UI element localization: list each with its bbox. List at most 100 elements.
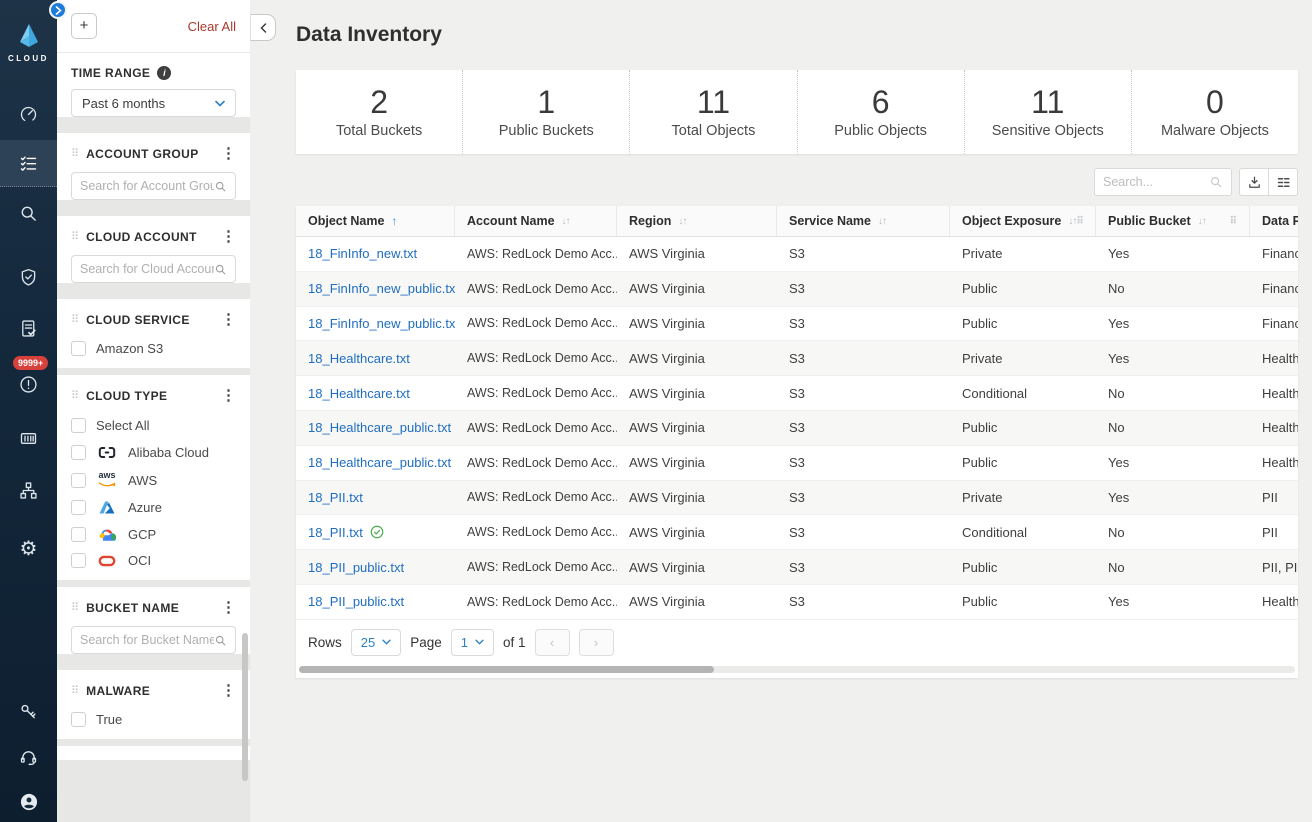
nav-alerts[interactable] <box>0 374 57 395</box>
kebab-menu-icon[interactable]: ⋮ <box>221 229 236 244</box>
sort-icon: ↓↑ <box>678 216 686 227</box>
public-bucket-cell: Yes <box>1096 594 1250 609</box>
horizontal-scrollbar-thumb[interactable] <box>299 666 714 673</box>
add-filter-button[interactable]: + <box>71 13 97 39</box>
filter-panel: + Clear All TIME RANGE i Past 6 months ⠿… <box>57 0 250 822</box>
region-cell: AWS Virginia <box>617 594 777 609</box>
object-name-link[interactable]: 18_PII.txt <box>308 490 363 505</box>
column-label: Region <box>629 214 671 228</box>
malware-true-checkbox[interactable] <box>71 712 86 727</box>
nav-network[interactable] <box>0 480 57 501</box>
column-header[interactable]: Object Name ↑ <box>296 206 455 236</box>
nav-settings[interactable]: ⚙ <box>0 539 57 559</box>
filter-section-bucket-name: ⠿ BUCKET NAME ⋮ <box>57 587 250 654</box>
column-drag-handle-icon[interactable]: ⠿ <box>1230 216 1237 227</box>
table-actions <box>1239 168 1298 196</box>
kebab-menu-icon[interactable]: ⋮ <box>221 683 236 698</box>
kebab-menu-icon[interactable]: ⋮ <box>221 388 236 403</box>
object-name-link[interactable]: 18_FinInfo_new_public.txt <box>308 281 455 296</box>
oci-checkbox[interactable] <box>71 553 86 568</box>
bucket-name-search <box>71 626 236 654</box>
kebab-menu-icon[interactable]: ⋮ <box>221 146 236 161</box>
account-name-cell: AWS: RedLock Demo Acc... <box>455 490 617 504</box>
object-name-link[interactable]: 18_FinInfo_new.txt <box>308 246 417 261</box>
chevron-down-icon <box>215 100 225 107</box>
filter-collapse-button[interactable] <box>250 14 276 41</box>
column-header[interactable]: Public Bucket ↓↑ ⠿ <box>1096 206 1250 236</box>
aws-checkbox[interactable] <box>71 473 86 488</box>
amazon-s3-checkbox[interactable] <box>71 341 86 356</box>
nav-search[interactable] <box>0 203 57 224</box>
kebab-menu-icon[interactable]: ⋮ <box>221 600 236 615</box>
object-name-link[interactable]: 18_PII_public.txt <box>308 560 404 575</box>
clear-all-button[interactable]: Clear All <box>188 19 236 34</box>
nav-support[interactable] <box>0 747 57 768</box>
search-icon <box>214 180 227 193</box>
alerts-count-badge[interactable]: 9999+ <box>13 356 48 370</box>
rows-per-page-select[interactable]: 25 <box>351 629 401 656</box>
next-page-button[interactable]: › <box>579 629 614 656</box>
public-bucket-cell: Yes <box>1096 351 1250 366</box>
column-header[interactable]: Service Name ↓↑ <box>777 206 950 236</box>
nav-compliance[interactable] <box>0 267 57 288</box>
stat-label: Total Buckets <box>336 123 422 139</box>
filter-panel-scrollbar[interactable] <box>242 633 248 781</box>
gcp-checkbox[interactable] <box>71 527 86 542</box>
account-name-cell: AWS: RedLock Demo Acc... <box>455 456 617 470</box>
page-select[interactable]: 1 <box>451 629 494 656</box>
horizontal-scrollbar-track[interactable] <box>299 666 1295 673</box>
nav-profile[interactable] <box>0 791 57 813</box>
nav-access-keys[interactable] <box>0 701 57 722</box>
column-header[interactable]: Region ↓↑ <box>617 206 777 236</box>
drag-handle-icon[interactable]: ⠿ <box>71 147 79 160</box>
service-name-cell: S3 <box>777 281 950 296</box>
column-label: Service Name <box>789 214 871 228</box>
cloud-account-search-input[interactable] <box>80 262 214 276</box>
main-content: Data Inventory 2 Total Buckets 1 Public … <box>296 0 1298 678</box>
drag-handle-icon[interactable]: ⠿ <box>71 684 79 697</box>
table-toolbar <box>296 168 1298 196</box>
drag-handle-icon[interactable]: ⠿ <box>71 389 79 402</box>
alibaba-checkbox[interactable] <box>71 445 86 460</box>
stat-value: 6 <box>872 85 890 120</box>
prisma-cloud-logo[interactable]: CLOUD <box>0 22 57 63</box>
object-name-link[interactable]: 18_FinInfo_new_public.txt <box>308 316 455 331</box>
service-name-cell: S3 <box>777 525 950 540</box>
object-name-link[interactable]: 18_PII_public.txt <box>308 594 404 609</box>
azure-checkbox[interactable] <box>71 500 86 515</box>
column-header[interactable]: Data Profile <box>1250 206 1298 236</box>
column-header[interactable]: Object Exposure ↓↑ ⠿ <box>950 206 1096 236</box>
object-exposure-cell: Public <box>950 455 1096 470</box>
object-name-link[interactable]: 18_Healthcare.txt <box>308 351 410 366</box>
nav-dashboard[interactable] <box>0 104 57 125</box>
table-row: 18_PII.txt AWS: RedLock Demo Acc... AWS … <box>296 481 1298 516</box>
table-body: 18_FinInfo_new.txt AWS: RedLock Demo Acc… <box>296 237 1298 620</box>
object-name-link[interactable]: 18_Healthcare_public.txt <box>308 455 451 470</box>
drag-handle-icon[interactable]: ⠿ <box>71 601 79 614</box>
nav-compute[interactable] <box>0 428 57 449</box>
column-settings-button[interactable] <box>1268 168 1298 196</box>
nav-reports[interactable] <box>0 318 57 339</box>
stat-value: 11 <box>1031 85 1064 120</box>
account-group-search-input[interactable] <box>80 179 214 193</box>
object-name-link[interactable]: 18_Healthcare.txt <box>308 386 410 401</box>
nav-inventory-selected[interactable] <box>0 140 57 187</box>
select-all-checkbox[interactable] <box>71 418 86 433</box>
table-search-input[interactable] <box>1103 175 1209 189</box>
summary-stats: 2 Total Buckets 1 Public Buckets 11 Tota… <box>296 70 1298 154</box>
public-bucket-cell: Yes <box>1096 246 1250 261</box>
kebab-menu-icon[interactable]: ⋮ <box>221 312 236 327</box>
time-range-select[interactable]: Past 6 months <box>71 89 236 117</box>
drag-handle-icon[interactable]: ⠿ <box>71 230 79 243</box>
object-name-link[interactable]: 18_Healthcare_public.txt <box>308 420 451 435</box>
drag-handle-icon[interactable]: ⠿ <box>71 313 79 326</box>
bucket-name-search-input[interactable] <box>80 633 214 647</box>
object-name-link[interactable]: 18_PII.txt <box>308 525 363 540</box>
column-header[interactable]: Account Name ↓↑ <box>455 206 617 236</box>
previous-page-button[interactable]: ‹ <box>535 629 570 656</box>
column-drag-handle-icon[interactable]: ⠿ <box>1076 216 1083 227</box>
data-inventory-table: Object Name ↑ Account Name ↓↑ Region ↓↑ <box>296 206 1298 678</box>
download-button[interactable] <box>1239 168 1269 196</box>
info-icon[interactable]: i <box>157 66 171 80</box>
rail-expand-button[interactable] <box>49 1 67 19</box>
